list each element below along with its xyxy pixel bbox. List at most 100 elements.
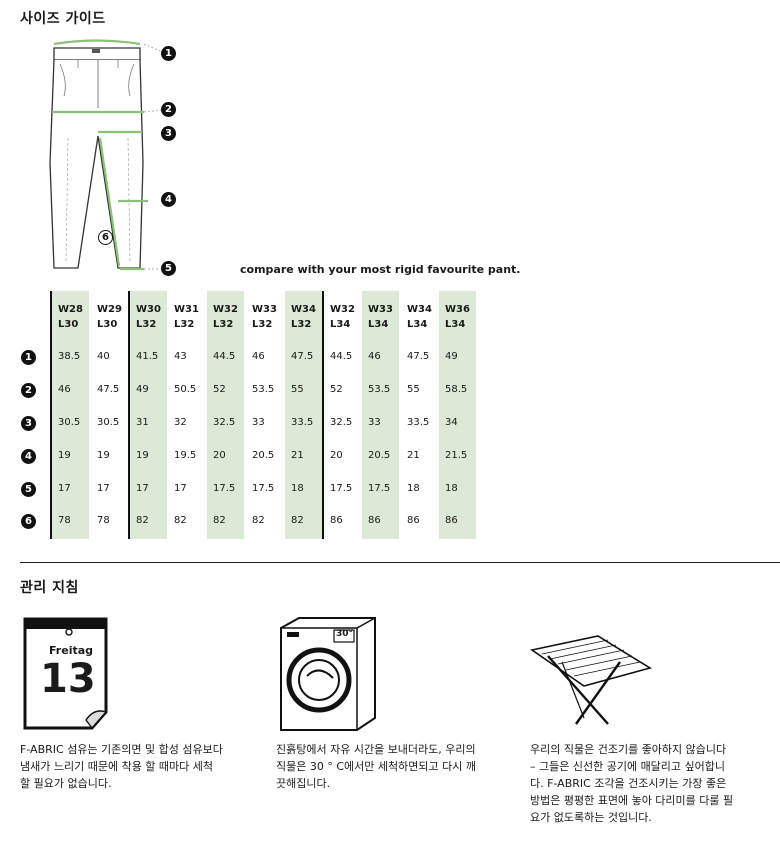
section-divider xyxy=(20,562,780,563)
table-cell: 20 xyxy=(330,450,343,461)
table-cell: 33.5 xyxy=(291,417,314,428)
table-cell: 47.5 xyxy=(407,351,430,362)
table-cell: 32.5 xyxy=(330,417,353,428)
table-cell: 17 xyxy=(97,483,110,494)
care-text-line: 진흙탕에서 자유 시간을 보내더라도, 우리의 xyxy=(276,743,476,756)
table-cell: 86 xyxy=(445,515,458,526)
table-cell: 41.5 xyxy=(136,351,159,362)
table-cell: 33.5 xyxy=(407,417,430,428)
column-header: W28 L30 xyxy=(58,302,83,332)
table-cell: 52 xyxy=(213,384,226,395)
table-cell: 17.5 xyxy=(368,483,391,494)
table-cell: 43 xyxy=(174,351,187,362)
table-cell: 17 xyxy=(174,483,187,494)
table-cell: 19.5 xyxy=(174,450,197,461)
column-header-length: L30 xyxy=(58,319,79,330)
row-label-4: 4 xyxy=(21,449,36,464)
column-separator xyxy=(50,291,52,539)
table-cell: 82 xyxy=(136,515,149,526)
care-text-wash: 진흙탕에서 자유 시간을 보내더라도, 우리의 직물은 30 ° C에서만 세척… xyxy=(276,741,526,792)
calendar-day-number: 13 xyxy=(40,656,96,702)
column-header-waist: W36 xyxy=(445,304,470,315)
table-cell: 53.5 xyxy=(368,384,391,395)
column-header: W32 L32 xyxy=(213,302,238,332)
table-cell: 78 xyxy=(58,515,71,526)
column-header: W36 L34 xyxy=(445,302,470,332)
table-cell: 20 xyxy=(213,450,226,461)
table-cell: 31 xyxy=(136,417,149,428)
column-separator xyxy=(128,291,130,539)
column-header-length: L34 xyxy=(407,319,428,330)
row-label-2: 2 xyxy=(21,383,36,398)
table-cell: 55 xyxy=(291,384,304,395)
column-header-length: L32 xyxy=(136,319,157,330)
care-text-line: 직물은 30 ° C에서만 세척하면되고 다시 깨 xyxy=(276,760,476,773)
column-header: W34 L32 xyxy=(291,302,316,332)
table-cell: 47.5 xyxy=(291,351,314,362)
column-header-length: L32 xyxy=(213,319,234,330)
row-label-1: 1 xyxy=(21,350,36,365)
column-header-waist: W28 xyxy=(58,304,83,315)
column-header-waist: W31 xyxy=(174,304,199,315)
column-header-length: L34 xyxy=(445,319,466,330)
table-cell: 30.5 xyxy=(97,417,120,428)
care-text-line: – 그들은 신선한 공기에 매달리고 싶어합니 xyxy=(530,760,726,773)
table-cell: 86 xyxy=(368,515,381,526)
row-label-6: 6 xyxy=(21,514,36,529)
table-cell: 18 xyxy=(407,483,420,494)
column-header-length: L32 xyxy=(291,319,312,330)
calendar-icon: Freitag 13 xyxy=(22,616,110,732)
table-cell: 33 xyxy=(252,417,265,428)
column-header: W33 L32 xyxy=(252,302,277,332)
table-cell: 46 xyxy=(58,384,71,395)
column-header-length: L34 xyxy=(368,319,389,330)
table-cell: 19 xyxy=(97,450,110,461)
column-header: W29 L30 xyxy=(97,302,122,332)
column-header-waist: W30 xyxy=(136,304,161,315)
column-header: W34 L34 xyxy=(407,302,432,332)
table-cell: 18 xyxy=(291,483,304,494)
column-header-waist: W33 xyxy=(252,304,277,315)
column-header-waist: W32 xyxy=(213,304,238,315)
column-header-length: L32 xyxy=(174,319,195,330)
table-cell: 17 xyxy=(58,483,71,494)
column-header-length: L32 xyxy=(252,319,273,330)
table-cell: 20.5 xyxy=(368,450,391,461)
table-cell: 38.5 xyxy=(58,351,81,362)
row-label-3: 3 xyxy=(21,416,36,431)
marker-2: 2 xyxy=(161,102,176,117)
table-cell: 21 xyxy=(407,450,420,461)
table-cell: 46 xyxy=(368,351,381,362)
care-text-line: 방법은 평평한 표면에 놓아 다리미를 다룰 필 xyxy=(530,794,734,807)
row-label-5: 5 xyxy=(21,482,36,497)
table-cell: 55 xyxy=(407,384,420,395)
table-cell: 32.5 xyxy=(213,417,236,428)
care-text-line: 냄새가 느리기 때문에 착용 할 때마다 세척 xyxy=(20,760,214,773)
table-cell: 53.5 xyxy=(252,384,275,395)
column-header-waist: W29 xyxy=(97,304,122,315)
table-cell: 44.5 xyxy=(213,351,236,362)
table-cell: 86 xyxy=(407,515,420,526)
table-cell: 40 xyxy=(97,351,110,362)
column-header-waist: W32 xyxy=(330,304,355,315)
table-cell: 21 xyxy=(291,450,304,461)
table-cell: 82 xyxy=(252,515,265,526)
table-cell: 19 xyxy=(136,450,149,461)
care-text-dry: 우리의 직물은 건조기를 좋아하지 않습니다 – 그들은 신선한 공기에 매달리… xyxy=(530,741,778,826)
drying-rack-icon xyxy=(530,635,652,725)
size-guide-title: 사이즈 가이드 xyxy=(20,11,106,27)
care-title: 관리 지침 xyxy=(20,580,79,596)
marker-4: 4 xyxy=(161,192,176,207)
column-header: W31 L32 xyxy=(174,302,199,332)
care-text-odor: F-ABRIC 섬유는 기존의면 및 합성 섬유보다 냄새가 느리기 때문에 착… xyxy=(20,741,270,792)
table-cell: 21.5 xyxy=(445,450,468,461)
table-cell: 52 xyxy=(330,384,343,395)
table-cell: 32 xyxy=(174,417,187,428)
table-cell: 82 xyxy=(213,515,226,526)
table-cell: 82 xyxy=(174,515,187,526)
marker-1: 1 xyxy=(161,46,176,61)
table-cell: 19 xyxy=(58,450,71,461)
table-cell: 82 xyxy=(291,515,304,526)
table-cell: 17.5 xyxy=(252,483,275,494)
column-header: W32 L34 xyxy=(330,302,355,332)
